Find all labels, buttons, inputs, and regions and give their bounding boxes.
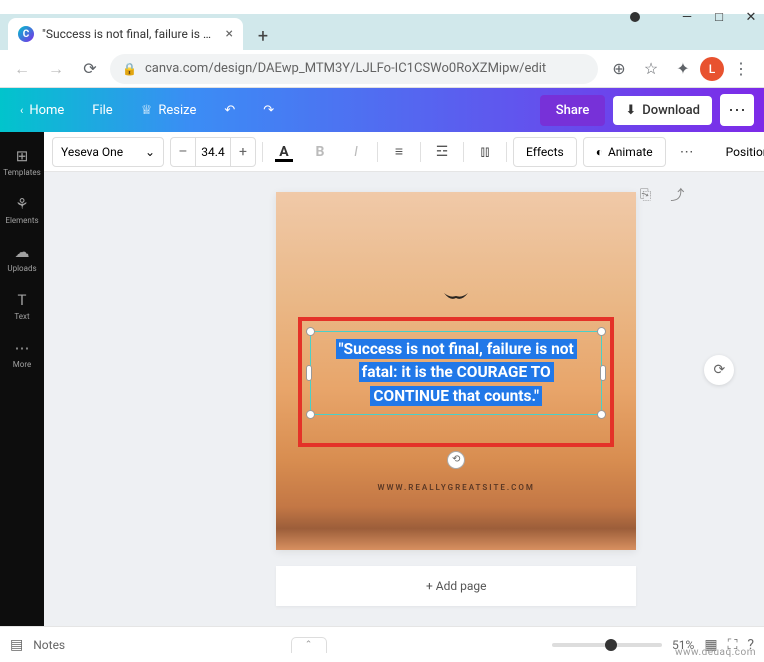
page-options-icon[interactable]: ⤴ (666, 184, 688, 206)
more-icon: ⋯ (15, 339, 30, 357)
toolbar-more[interactable]: ⋯ (672, 137, 702, 167)
regenerate-button[interactable]: ⟳ (704, 355, 734, 385)
recording-indicator (630, 12, 640, 22)
window-close[interactable]: ✕ (744, 10, 758, 24)
undo-button[interactable]: ↶ (214, 97, 245, 124)
sidebar-item-elements[interactable]: ⚘ Elements (0, 188, 44, 232)
font-size-increase[interactable]: + (231, 144, 255, 160)
resize-handle[interactable] (306, 410, 315, 419)
notes-icon[interactable]: ▤ (10, 637, 23, 653)
sidebar-label: Text (14, 312, 29, 321)
canva-top-bar: ‹Home File ♕Resize ↶ ↷ Share ⬇ Download ⋯ (0, 88, 764, 132)
bold-button[interactable]: B (305, 137, 335, 167)
sidebar-item-uploads[interactable]: ☁ Uploads (0, 236, 44, 280)
resize-handle[interactable] (600, 365, 606, 381)
more-menu[interactable]: ⋯ (720, 94, 754, 126)
font-name: Yeseva One (61, 145, 123, 159)
expand-pages-icon[interactable]: ⌃ (291, 637, 327, 653)
chevron-down-icon: ⌄ (145, 145, 155, 159)
sidebar-label: Elements (5, 216, 38, 225)
redo-button[interactable]: ↷ (253, 97, 284, 124)
align-button[interactable]: ≡ (384, 137, 414, 167)
quote-text[interactable]: "Success is not final, failure is not fa… (311, 332, 601, 414)
close-tab-icon[interactable]: × (226, 26, 233, 42)
bottom-bar: ▤ Notes ⌃ 51% ▦ ⛶ ? (0, 626, 764, 662)
home-button[interactable]: ‹Home (10, 97, 74, 124)
quote-line: CONTINUE that counts." (370, 386, 542, 406)
browser-menu-icon[interactable]: ⋮ (726, 54, 756, 84)
zoom-slider-thumb[interactable] (605, 639, 617, 651)
canva-favicon: C (18, 26, 34, 42)
reload-button[interactable]: ⟳ (76, 55, 104, 83)
forward-button[interactable]: → (42, 55, 70, 83)
website-text[interactable]: WWW.REALLYGREATSITE.COM (276, 483, 636, 492)
text-toolbar: Yeseva One ⌄ – 34.4 + A B I ≡ ☲ ⫾⫾ Effect… (44, 132, 764, 172)
uploads-icon: ☁ (15, 243, 30, 261)
zoom-icon[interactable]: ⊕ (604, 54, 634, 84)
font-size-stepper: – 34.4 + (170, 137, 256, 167)
animate-label: Animate (608, 145, 653, 159)
animate-icon: ◐ (596, 145, 603, 159)
browser-tab[interactable]: C "Success is not final, failure is not…… (8, 18, 243, 50)
design-page[interactable]: "Success is not final, failure is not fa… (276, 192, 636, 550)
text-selection-box[interactable]: "Success is not final, failure is not fa… (310, 331, 602, 415)
extensions-icon[interactable]: ✦ (668, 54, 698, 84)
back-button[interactable]: ← (8, 55, 36, 83)
elements-icon: ⚘ (15, 195, 28, 213)
url-text: canva.com/design/DAEwp_MTM3Y/LJLFo-IC1CS… (145, 61, 546, 76)
font-size-value[interactable]: 34.4 (195, 138, 231, 166)
annotation-highlight: "Success is not final, failure is not fa… (298, 317, 614, 447)
list-button[interactable]: ☲ (427, 137, 457, 167)
bookmark-icon[interactable]: ☆ (636, 54, 666, 84)
tab-title: "Success is not final, failure is not… (42, 27, 218, 41)
sidebar-label: Templates (3, 168, 40, 177)
text-color-button[interactable]: A (269, 137, 299, 167)
resize-button[interactable]: ♕Resize (131, 97, 207, 124)
sidebar-label: Uploads (7, 264, 36, 273)
left-sidebar: ⊞ Templates ⚘ Elements ☁ Uploads T Text ⋯ Mor… (0, 132, 44, 626)
sidebar-label: More (13, 360, 31, 369)
italic-button[interactable]: I (341, 137, 371, 167)
home-label: Home (29, 103, 64, 118)
window-maximize[interactable]: □ (712, 10, 726, 24)
font-selector[interactable]: Yeseva One ⌄ (52, 137, 164, 167)
resize-handle[interactable] (597, 327, 606, 336)
resize-handle[interactable] (597, 410, 606, 419)
canvas-area[interactable]: ⎘ ⤴ "Success is not fina (44, 172, 764, 626)
text-icon: T (18, 291, 27, 309)
sidebar-item-templates[interactable]: ⊞ Templates (0, 140, 44, 184)
sidebar-item-more[interactable]: ⋯ More (0, 332, 44, 376)
resize-handle[interactable] (306, 365, 312, 381)
window-minimize[interactable]: — (680, 10, 694, 24)
download-label: Download (642, 103, 700, 118)
download-icon: ⬇ (625, 103, 636, 118)
download-button[interactable]: ⬇ Download (613, 96, 712, 125)
templates-icon: ⊞ (16, 147, 29, 165)
animate-button[interactable]: ◐ Animate (583, 137, 666, 167)
quote-line: fatal: it is the COURAGE TO (359, 362, 554, 382)
lock-icon: 🔒 (122, 62, 137, 76)
rotate-handle[interactable]: ⟲ (447, 451, 465, 469)
zoom-slider[interactable] (552, 643, 662, 647)
profile-avatar[interactable]: L (700, 57, 724, 81)
new-tab-button[interactable]: + (249, 22, 277, 50)
add-page-button[interactable]: + Add page (276, 566, 636, 606)
position-button[interactable]: Position (714, 137, 764, 167)
spacing-button[interactable]: ⫾⫾ (470, 137, 500, 167)
browser-address-bar: ← → ⟳ 🔒 canva.com/design/DAEwp_MTM3Y/LJL… (0, 50, 764, 88)
bird-graphic (443, 288, 469, 309)
url-field[interactable]: 🔒 canva.com/design/DAEwp_MTM3Y/LJLFo-IC1… (110, 54, 598, 84)
notes-button[interactable]: Notes (33, 638, 65, 652)
watermark: www.deuaq.com (675, 647, 756, 658)
share-button[interactable]: Share (540, 95, 606, 126)
sidebar-item-text[interactable]: T Text (0, 284, 44, 328)
file-menu[interactable]: File (82, 97, 122, 124)
duplicate-page-icon[interactable]: ⎘ (634, 184, 656, 206)
effects-button[interactable]: Effects (513, 137, 577, 167)
resize-label: Resize (158, 103, 196, 118)
quote-line: "Success is not final, failure is not (336, 339, 577, 359)
font-size-decrease[interactable]: – (171, 144, 195, 160)
